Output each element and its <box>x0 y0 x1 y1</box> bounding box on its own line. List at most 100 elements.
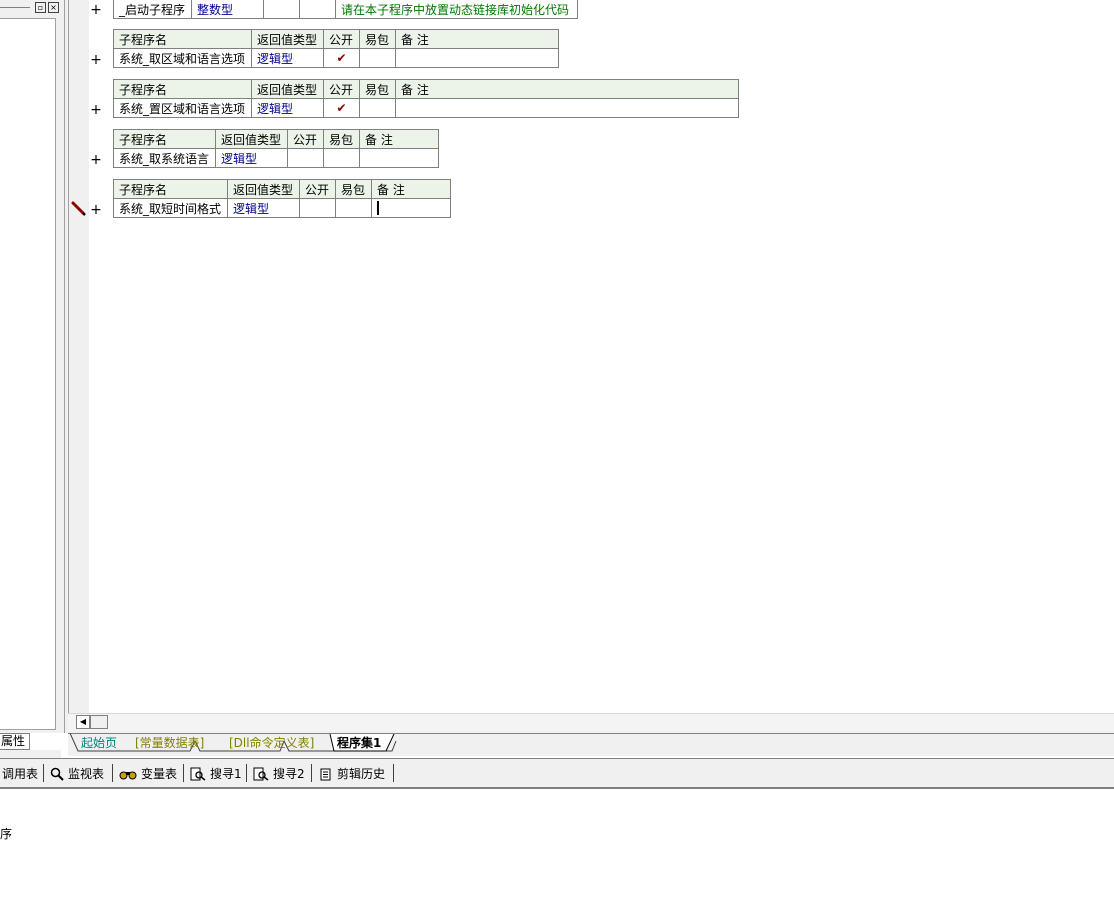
header-easy-pkg: 易包 <box>335 179 372 199</box>
toolbar-separator <box>311 764 312 782</box>
public-checkmark-icon[interactable]: ✔ <box>323 98 360 118</box>
clip-history-button[interactable]: 剪辑历史 <box>319 766 385 782</box>
subroutine-table-4: 子程序名 返回值类型 公开 易包 备 注 系统_取短时间格式 逻辑型 <box>113 179 451 218</box>
tab-start-page[interactable]: 起始页 <box>81 735 117 752</box>
return-type-cell[interactable]: 整数型 <box>191 0 264 19</box>
header-name: 子程序名 <box>113 29 252 49</box>
return-type-cell[interactable]: 逻辑型 <box>251 48 324 68</box>
subroutine-table-1: 子程序名 返回值类型 公开 易包 备 注 系统_取区域和语言选项 逻辑型 ✔ <box>113 29 559 68</box>
search-document-icon <box>190 767 206 781</box>
toolbar-separator <box>43 764 44 782</box>
public-checkmark-icon[interactable]: ✔ <box>323 48 360 68</box>
expand-toggle[interactable]: + <box>89 53 103 67</box>
header-easy-pkg: 易包 <box>359 79 396 99</box>
easy-pkg-cell[interactable] <box>299 0 336 19</box>
watch-label: 监视表 <box>68 767 105 781</box>
property-list <box>0 18 56 730</box>
tab-label: 起始页 <box>81 736 118 750</box>
tab-constants[interactable]: [常量数据表] <box>135 735 204 752</box>
easy-pkg-cell[interactable] <box>359 98 396 118</box>
close-icon[interactable]: × <box>48 2 59 13</box>
expand-toggle[interactable]: + <box>89 3 103 17</box>
return-type-cell[interactable]: 逻辑型 <box>215 148 288 168</box>
tab-label: [Dll命令定义表] <box>229 736 315 750</box>
watch-button[interactable]: 监视表 <box>50 766 104 782</box>
output-panel[interactable] <box>0 789 1114 914</box>
return-type-cell[interactable]: 逻辑型 <box>251 98 324 118</box>
remark-cell[interactable] <box>395 98 739 118</box>
text-cursor <box>377 201 379 215</box>
subroutine-name-cell[interactable]: 系统_取系统语言 <box>113 148 216 168</box>
public-cell[interactable] <box>287 148 324 168</box>
return-type-cell[interactable]: 逻辑型 <box>227 198 300 218</box>
search-document-icon <box>253 767 269 781</box>
clipboard-icon <box>320 768 331 781</box>
remark-cell[interactable] <box>359 148 439 168</box>
tab-dll-commands[interactable]: [Dll命令定义表] <box>229 735 314 752</box>
splitter-line <box>64 0 65 733</box>
search1-label: 搜寻1 <box>210 767 242 781</box>
startup-subroutine-table: _启动子程序 整数型 请在本子程序中放置动态链接库初始化代码 <box>113 0 578 19</box>
tab-label: [常量数据表] <box>135 736 205 750</box>
search2-button[interactable]: 搜寻2 <box>253 766 305 782</box>
tab-properties[interactable]: 属性 <box>0 733 30 750</box>
restore-icon[interactable]: ▫ <box>35 2 46 13</box>
public-cell[interactable] <box>263 0 300 19</box>
header-public: 公开 <box>287 129 324 149</box>
scroll-thumb[interactable] <box>90 715 108 729</box>
header-return-type: 返回值类型 <box>227 179 300 199</box>
search1-button[interactable]: 搜寻1 <box>190 766 242 782</box>
public-cell[interactable] <box>299 198 336 218</box>
header-return-type: 返回值类型 <box>215 129 288 149</box>
horizontal-scrollbar[interactable] <box>68 713 1114 731</box>
header-return-type: 返回值类型 <box>251 79 324 99</box>
tab-label: 程序集1 <box>337 736 382 750</box>
remark-cell[interactable]: 请在本子程序中放置动态链接库初始化代码 <box>335 0 578 19</box>
subroutine-name-cell[interactable]: _启动子程序 <box>113 0 192 19</box>
panel-title-bar <box>0 7 30 8</box>
pencil-icon <box>71 201 86 216</box>
header-remark: 备 注 <box>371 179 451 199</box>
header-name: 子程序名 <box>113 129 216 149</box>
remark-cell[interactable] <box>371 198 451 218</box>
header-easy-pkg: 易包 <box>359 29 396 49</box>
editor-gutter <box>68 0 89 713</box>
expand-toggle[interactable]: + <box>89 103 103 117</box>
header-name: 子程序名 <box>113 179 228 199</box>
header-public: 公开 <box>323 79 360 99</box>
header-public: 公开 <box>299 179 336 199</box>
scroll-left-icon[interactable]: ◀ <box>76 715 90 729</box>
expand-toggle[interactable]: + <box>89 203 103 217</box>
easy-pkg-cell[interactable] <box>359 48 396 68</box>
variables-button[interactable]: 变量表 <box>119 766 177 782</box>
subroutine-table-2: 子程序名 返回值类型 公开 易包 备 注 系统_置区域和语言选项 逻辑型 ✔ <box>113 79 739 118</box>
search2-label: 搜寻2 <box>273 767 305 781</box>
subroutine-table-3: 子程序名 返回值类型 公开 易包 备 注 系统_取系统语言 逻辑型 <box>113 129 439 168</box>
subroutine-name-cell[interactable]: 系统_取短时间格式 <box>113 198 228 218</box>
magnifier-icon <box>50 767 64 781</box>
easy-pkg-cell[interactable] <box>335 198 372 218</box>
header-public: 公开 <box>323 29 360 49</box>
variables-label: 变量表 <box>141 767 178 781</box>
toolbar-separator <box>246 764 247 782</box>
header-remark: 备 注 <box>395 29 559 49</box>
call-table-button[interactable]: 调用表 <box>2 766 38 782</box>
header-return-type: 返回值类型 <box>251 29 324 49</box>
header-remark: 备 注 <box>359 129 439 149</box>
remark-cell[interactable] <box>395 48 559 68</box>
toolbar-separator <box>112 764 113 782</box>
output-text: 序 <box>0 827 13 841</box>
toolbar-separator <box>393 764 394 782</box>
header-easy-pkg: 易包 <box>323 129 360 149</box>
header-name: 子程序名 <box>113 79 252 99</box>
easy-pkg-cell[interactable] <box>323 148 360 168</box>
subroutine-name-cell[interactable]: 系统_置区域和语言选项 <box>113 98 252 118</box>
binoculars-icon <box>119 771 137 780</box>
clip-history-label: 剪辑历史 <box>337 767 386 781</box>
call-table-label: 调用表 <box>2 767 39 781</box>
tab-program-set-1[interactable]: 程序集1 <box>337 735 381 752</box>
subroutine-name-cell[interactable]: 系统_取区域和语言选项 <box>113 48 252 68</box>
header-remark: 备 注 <box>395 79 739 99</box>
expand-toggle[interactable]: + <box>89 153 103 167</box>
left-strip <box>0 750 61 758</box>
